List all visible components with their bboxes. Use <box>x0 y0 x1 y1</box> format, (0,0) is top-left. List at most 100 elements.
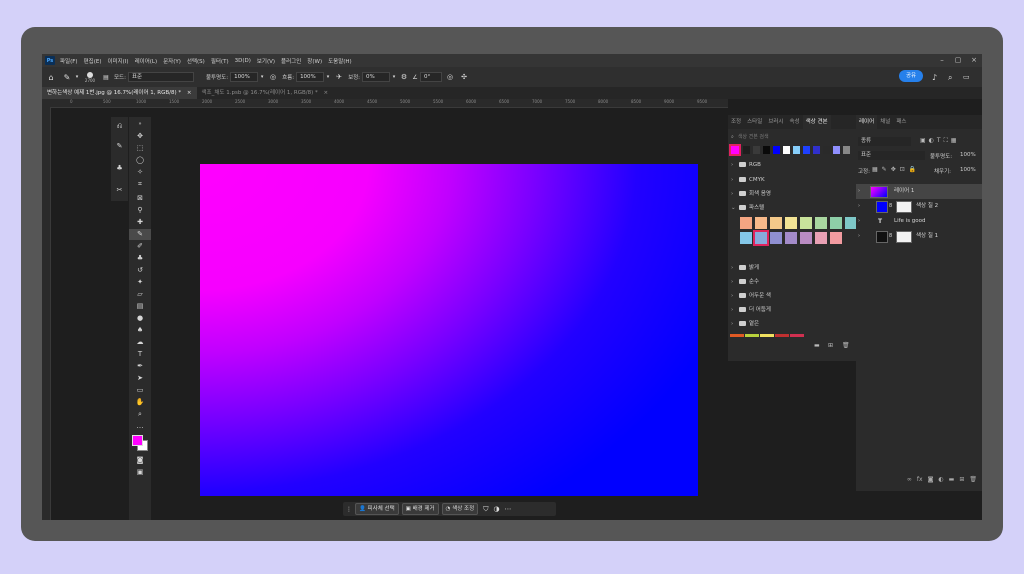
new-layer-icon[interactable]: ⊞ <box>959 476 964 483</box>
menu-filter[interactable]: 필터(T) <box>211 57 229 65</box>
adjustment-icon[interactable]: ◑ <box>493 505 499 513</box>
layer-style-icon[interactable]: fx <box>917 476 923 483</box>
lock-icons[interactable]: ▦✎✥⊡🔒 <box>872 166 920 173</box>
swatch-search-field[interactable]: ⌕ 색상 견본 검색 <box>731 132 855 142</box>
recent-swatch[interactable] <box>793 146 800 154</box>
search-icon[interactable]: ⌕ <box>948 73 952 83</box>
swatch-group-9[interactable]: › 옅은 <box>728 317 856 331</box>
layer-visibility-icon[interactable]: › <box>858 214 860 229</box>
clone-source-icon[interactable]: ♣ <box>111 163 128 174</box>
menu-view[interactable]: 보기(V) <box>257 57 275 65</box>
pastel-swatch[interactable] <box>830 217 842 229</box>
tab-brushes[interactable]: 브러시 <box>765 115 786 129</box>
tab-swatches[interactable]: 색상 견본 <box>802 115 831 129</box>
symmetry-icon[interactable]: ✣ <box>458 73 470 81</box>
chevron-right-icon[interactable]: › <box>731 317 733 331</box>
drag-handle-icon[interactable]: ⋮ <box>346 506 352 513</box>
swatch-group-4[interactable]: ⌄ 파스텔 <box>728 201 856 215</box>
new-swatch-icon[interactable]: ⊞ <box>828 342 833 349</box>
stamp-tool-icon[interactable]: ♣ <box>129 253 151 264</box>
remove-background-button[interactable]: ▣ 배경 제거 <box>401 503 439 515</box>
pastel-swatch[interactable] <box>830 232 842 244</box>
brush-tool-icon[interactable]: ✎ <box>60 73 74 82</box>
layer-visibility-icon[interactable]: › <box>858 184 860 199</box>
new-adjustment-icon[interactable]: ◐ <box>938 476 943 483</box>
artboard-tool-icon[interactable]: ⬚ <box>129 143 151 154</box>
chevron-right-icon[interactable]: › <box>731 275 733 289</box>
pastel-swatch[interactable] <box>800 232 812 244</box>
flow-chevron-icon[interactable]: ▾ <box>324 74 332 80</box>
menu-edit[interactable]: 편집(E) <box>84 57 102 65</box>
angle-field[interactable]: 0° <box>420 72 443 82</box>
partial-swatch[interactable] <box>745 334 759 337</box>
move-tool-icon[interactable]: ✥ <box>129 131 151 142</box>
lasso-tool-icon[interactable]: ◯ <box>129 155 151 166</box>
menu-type[interactable]: 문자(Y) <box>163 57 181 65</box>
pencil-tool-icon[interactable]: ✐ <box>129 241 151 252</box>
recent-swatch[interactable] <box>803 146 810 154</box>
layer-visibility-icon[interactable]: › <box>858 229 860 244</box>
opacity-field[interactable]: 100% <box>230 72 259 82</box>
more-tools-icon[interactable]: … <box>129 421 151 432</box>
gradient-tool-icon[interactable]: ▤ <box>129 301 151 312</box>
rectangle-tool-icon[interactable]: ▭ <box>129 385 151 396</box>
tab-paths[interactable]: 패스 <box>893 115 909 129</box>
layer-visibility-icon[interactable]: › <box>858 199 860 214</box>
collapse-toolbox-icon[interactable]: » <box>129 119 151 130</box>
recent-swatch[interactable] <box>813 146 820 154</box>
home-icon[interactable]: ⌂ <box>42 73 60 82</box>
recent-swatch[interactable] <box>833 146 840 154</box>
pastel-swatch[interactable] <box>785 217 797 229</box>
art-history-brush-icon[interactable]: ✦ <box>129 277 151 288</box>
pressure-opacity-icon[interactable]: ◎ <box>266 73 280 81</box>
share-button[interactable]: 공유 <box>899 70 923 82</box>
blur-tool-icon[interactable]: ● <box>129 313 151 324</box>
quick-select-tool-icon[interactable]: ✧ <box>129 167 151 178</box>
menu-layer[interactable]: 레이어(L) <box>135 57 158 65</box>
chain-link-icon[interactable]: 8 <box>889 229 892 244</box>
pastel-swatch[interactable] <box>753 230 769 246</box>
chevron-right-icon[interactable]: › <box>731 158 733 172</box>
recent-swatch[interactable] <box>753 146 760 154</box>
chevron-right-icon[interactable]: › <box>731 173 733 187</box>
minimize-icon[interactable]: – <box>938 56 946 64</box>
healing-brush-tool-icon[interactable]: ✚ <box>129 217 151 228</box>
pastel-swatch[interactable] <box>800 217 812 229</box>
crop-tool-icon[interactable]: ⌗ <box>129 179 151 190</box>
hand-tool-icon[interactable]: ✋ <box>129 397 151 408</box>
swatch-group-3[interactable]: › 회색 음영 <box>728 187 856 201</box>
pastel-swatch[interactable] <box>740 217 752 229</box>
mode-select[interactable]: 표준 <box>127 72 194 82</box>
menu-plugins[interactable]: 플러그인 <box>281 57 301 65</box>
brush-tool-icon[interactable]: ✎ <box>129 229 151 240</box>
close-icon[interactable]: × <box>323 90 328 96</box>
swatch-group-6[interactable]: › 순수 <box>728 275 856 289</box>
airbrush-icon[interactable]: ✈ <box>332 73 346 81</box>
tab-styles[interactable]: 스타일 <box>744 115 765 129</box>
history-brush-icon[interactable]: ⎌ <box>111 121 128 132</box>
quick-mask-icon[interactable]: ◙ <box>129 455 151 466</box>
layer-row[interactable]: › 레이어 1 <box>856 184 982 199</box>
foreground-color-chip[interactable] <box>132 435 143 446</box>
pastel-swatch[interactable] <box>770 232 782 244</box>
pastel-swatch[interactable] <box>740 232 752 244</box>
delete-swatch-icon[interactable]: 🗑 <box>842 342 850 349</box>
layer-filter-select[interactable]: 종류 <box>858 137 911 146</box>
layer-opacity-field[interactable]: 100% <box>960 152 976 158</box>
zoom-tool-icon[interactable]: ⌕ <box>129 409 151 420</box>
dodge-tool-icon[interactable]: ♠ <box>129 325 151 336</box>
link-layers-icon[interactable]: ∞ <box>907 476 912 483</box>
new-group-icon[interactable]: ▬ <box>814 342 820 349</box>
path-select-tool-icon[interactable]: ➤ <box>129 373 151 384</box>
menu-3d[interactable]: 3D(D) <box>235 58 251 64</box>
menu-help[interactable]: 도움말(H) <box>328 57 352 65</box>
opacity-chevron-icon[interactable]: ▾ <box>258 74 266 80</box>
layer-filter-icons[interactable]: ▣◐T⛶▦ <box>920 137 959 145</box>
tab-channels[interactable]: 채널 <box>877 115 893 129</box>
blend-mode-select[interactable]: 표준 <box>858 151 925 160</box>
workspace-icon[interactable]: ▭ <box>963 73 970 81</box>
document-canvas[interactable] <box>200 164 698 496</box>
screen-mode-icon[interactable]: ▣ <box>129 467 151 478</box>
recent-swatch[interactable] <box>729 144 741 156</box>
eyedropper-tool-icon[interactable]: ⚲ <box>129 205 151 216</box>
